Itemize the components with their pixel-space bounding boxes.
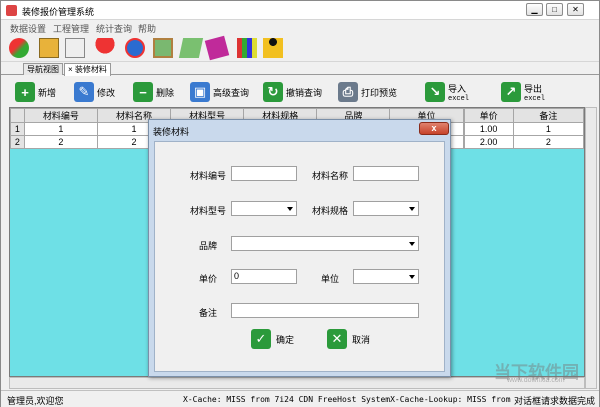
- column-header[interactable]: 材料编号: [23, 108, 98, 123]
- table-cell[interactable]: 1.00: [463, 122, 514, 136]
- close-button[interactable]: ✕: [567, 3, 584, 16]
- export-excel-button[interactable]: ↗ 导出 excel: [501, 80, 545, 104]
- code-label: 材料编号: [190, 171, 227, 181]
- table-cell[interactable]: 2: [512, 135, 584, 149]
- printer-icon: ⎙: [338, 82, 358, 102]
- users-icon[interactable]: [9, 38, 29, 58]
- title-bar: 装修报价管理系统 ▁ □ ✕: [1, 1, 599, 20]
- tab-navigation[interactable]: 导航视图: [23, 63, 63, 75]
- cancel-button[interactable]: ✕ 取消: [327, 329, 370, 349]
- dialog-close-button[interactable]: x: [419, 122, 449, 135]
- note-label: 备注: [199, 308, 218, 318]
- main-window: 装修报价管理系统 ▁ □ ✕ 数据设置 工程管理 统计查询 帮助 导航视图 × …: [0, 0, 600, 407]
- price-label: 单价: [199, 274, 218, 284]
- column-header: [10, 108, 25, 123]
- code-field[interactable]: [231, 166, 297, 181]
- edit-icon: ✎: [74, 82, 94, 102]
- advanced-search-button[interactable]: ▣ 高级查询: [190, 80, 249, 104]
- alarm-icon[interactable]: [125, 38, 145, 58]
- runner-icon[interactable]: [263, 38, 283, 58]
- vertical-scrollbar[interactable]: [585, 107, 597, 389]
- bookshelf-icon[interactable]: [237, 38, 257, 58]
- minimize-button[interactable]: ▁: [526, 3, 543, 16]
- delete-button[interactable]: − 删除: [133, 80, 174, 104]
- row-number: 1: [10, 122, 25, 136]
- minus-icon: −: [133, 82, 153, 102]
- app-icon: [6, 5, 17, 16]
- watermark-url: www.downxia.com: [507, 377, 565, 384]
- spec-select[interactable]: [353, 201, 419, 216]
- tab-materials[interactable]: × 装修材料: [64, 63, 111, 76]
- plus-icon: +: [15, 82, 35, 102]
- x-icon: ✕: [327, 329, 347, 349]
- status-message: X-Cache: MISS from 7i24 CDN FreeHost Sys…: [183, 395, 511, 404]
- brand-select[interactable]: [231, 236, 419, 251]
- window-title: 装修报价管理系统: [22, 7, 95, 17]
- table-cell[interactable]: 1: [23, 122, 98, 136]
- tab-strip: 导航视图 × 装修材料: [1, 62, 599, 76]
- name-label: 材料名称: [312, 171, 349, 181]
- edit-button[interactable]: ✎ 修改: [74, 80, 115, 104]
- ok-button[interactable]: ✓ 确定: [251, 329, 294, 349]
- picture-icon[interactable]: [153, 38, 173, 58]
- status-right: 对话框请求数据完成: [514, 396, 596, 406]
- model-label: 材料型号: [190, 206, 227, 216]
- import-excel-button[interactable]: ↘ 导入 excel: [425, 80, 469, 104]
- unit-label: 单位: [321, 274, 340, 284]
- cancel-search-button[interactable]: ↻ 撤销查询: [263, 80, 322, 104]
- model-select[interactable]: [231, 201, 297, 216]
- icon-toolbar: [1, 34, 599, 62]
- export-icon: ↗: [501, 82, 521, 102]
- status-user: 管理员,欢迎您: [7, 396, 64, 406]
- column-header[interactable]: 备注: [512, 108, 584, 123]
- import-icon: ↘: [425, 82, 445, 102]
- column-header[interactable]: 单价: [463, 108, 514, 123]
- table-cell[interactable]: 2: [23, 135, 98, 149]
- price-field[interactable]: 0: [231, 269, 297, 284]
- unit-select[interactable]: [353, 269, 419, 284]
- row-number: 2: [10, 135, 25, 149]
- material-dialog: 装修材料 x 材料编号 材料名称 材料型号 材料规格 品牌 单价 0 单位 备注…: [148, 119, 451, 377]
- books-icon[interactable]: [204, 35, 230, 61]
- check-icon: ✓: [251, 329, 271, 349]
- menu-bar: 数据设置 工程管理 统计查询 帮助: [1, 20, 599, 34]
- umbrella-icon[interactable]: [95, 38, 115, 58]
- name-field[interactable]: [353, 166, 419, 181]
- add-button[interactable]: + 新增: [15, 80, 56, 104]
- book-icon[interactable]: [39, 38, 59, 58]
- table-cell[interactable]: 1: [512, 122, 584, 136]
- status-bar: 管理员,欢迎您 X-Cache: MISS from 7i24 CDN Free…: [1, 390, 599, 407]
- spec-label: 材料规格: [312, 206, 349, 216]
- action-toolbar: + 新增 ✎ 修改 − 删除 ▣ 高级查询 ↻ 撤销查询 ⎙ 打印预览 ↘ 导入…: [1, 76, 599, 107]
- maximize-button[interactable]: □: [546, 3, 563, 16]
- refresh-icon: ↻: [263, 82, 283, 102]
- monitor-icon: ▣: [190, 82, 210, 102]
- dialog-body: 材料编号 材料名称 材料型号 材料规格 品牌 单价 0 单位 备注 ✓ 确定 ✕…: [154, 141, 445, 372]
- pen-icon[interactable]: [65, 38, 85, 58]
- brand-label: 品牌: [199, 241, 218, 251]
- dialog-title: 装修材料: [153, 127, 190, 137]
- notebook-icon[interactable]: [178, 38, 204, 58]
- note-field[interactable]: [231, 303, 419, 318]
- table-cell[interactable]: 2.00: [463, 135, 514, 149]
- print-preview-button[interactable]: ⎙ 打印预览: [338, 80, 397, 104]
